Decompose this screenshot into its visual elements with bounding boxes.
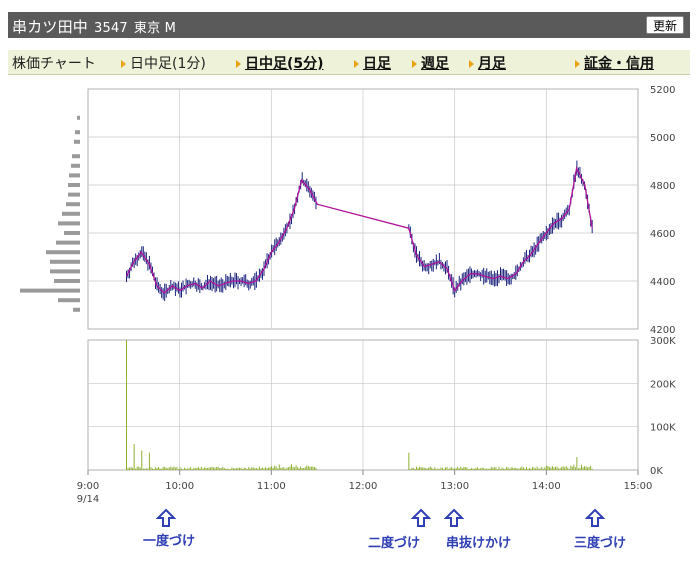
tab-monthly[interactable]: 月足 bbox=[469, 53, 506, 73]
arrow-icon bbox=[575, 60, 580, 68]
profile-bar bbox=[66, 202, 80, 207]
time-tick-label: 12:00 bbox=[349, 481, 378, 492]
profile-bar bbox=[75, 130, 80, 135]
tab-intraday-1min[interactable]: 日中足(1分) bbox=[121, 53, 206, 73]
tab-weekly[interactable]: 週足 bbox=[412, 53, 449, 73]
profile-bar bbox=[54, 279, 80, 283]
price-tick-label: 5000 bbox=[650, 133, 675, 144]
volume-profile bbox=[20, 115, 80, 312]
price-tick-label: 4800 bbox=[650, 181, 675, 192]
arrow-icon bbox=[412, 60, 417, 68]
refresh-button[interactable]: 更新 bbox=[645, 16, 684, 34]
price-chart: 5200 5000 4800 4600 4400 4200300K 200K 100K 0K 9:… bbox=[20, 85, 676, 505]
arrow-icon bbox=[121, 60, 126, 68]
time-tick-label: 15:00 bbox=[624, 481, 653, 492]
volume-tick-label: 200K bbox=[650, 379, 676, 390]
time-tick-label: 9:00 bbox=[77, 481, 99, 492]
profile-bar bbox=[74, 139, 80, 144]
stock-code: 3547 bbox=[94, 21, 128, 36]
price-tick-label: 4200 bbox=[650, 325, 675, 336]
arrow-up-icon bbox=[444, 508, 464, 527]
market-name: 東京 M bbox=[133, 21, 177, 36]
profile-bar bbox=[69, 173, 80, 178]
price-tick-label: 4600 bbox=[650, 229, 675, 240]
price-tick-label: 5200 bbox=[650, 85, 675, 96]
title-bar: 串カツ田中 3547 東京 M 更新 bbox=[8, 12, 690, 38]
volume-panel bbox=[87, 339, 639, 471]
stock-title: 串カツ田中 3547 東京 M bbox=[12, 16, 176, 37]
profile-bar bbox=[50, 259, 80, 264]
tab-stock-chart: 株価チャート bbox=[12, 56, 96, 72]
profile-bar bbox=[72, 154, 80, 159]
profile-bar bbox=[73, 307, 80, 312]
profile-bar bbox=[71, 163, 80, 168]
price-panel bbox=[87, 88, 639, 330]
annotation-kushinuke: 串抜けかけ bbox=[446, 536, 512, 551]
volume-tick-label: 0K bbox=[650, 466, 663, 477]
chart-tabs: 株価チャート 日中足(1分) 日中足(5分) 日足 週足 月足 証金・信用 bbox=[8, 50, 690, 75]
volume-tick-label: 300K bbox=[650, 336, 676, 347]
profile-bar bbox=[68, 183, 80, 187]
profile-bar bbox=[68, 192, 80, 197]
time-tick-label: 14:00 bbox=[532, 481, 561, 492]
price-tick-label: 4400 bbox=[650, 277, 675, 288]
arrow-up-icon bbox=[585, 508, 605, 527]
arrow-up-icon bbox=[411, 508, 431, 527]
time-tick-label: 13:00 bbox=[440, 481, 469, 492]
profile-bar bbox=[62, 211, 80, 216]
profile-bar bbox=[56, 240, 80, 245]
profile-bar bbox=[58, 298, 80, 303]
tab-margin[interactable]: 証金・信用 bbox=[575, 53, 654, 73]
company-name: 串カツ田中 bbox=[12, 18, 89, 36]
profile-bar bbox=[50, 269, 80, 274]
tab-daily[interactable]: 日足 bbox=[354, 53, 391, 73]
arrow-icon bbox=[236, 60, 241, 68]
arrow-icon bbox=[469, 60, 474, 68]
tab-intraday-5min[interactable]: 日中足(5分) bbox=[236, 53, 324, 73]
profile-bar bbox=[77, 115, 80, 120]
date-label: 9/14 bbox=[77, 494, 99, 505]
arrow-icon bbox=[354, 60, 359, 68]
profile-bar bbox=[58, 221, 80, 226]
arrow-up-icon bbox=[156, 508, 176, 527]
annotation-ichido: 一度づけ bbox=[143, 534, 196, 549]
profile-bar bbox=[64, 231, 80, 235]
time-tick-label: 11:00 bbox=[257, 481, 286, 492]
time-tick-label: 10:00 bbox=[165, 481, 194, 492]
profile-bar bbox=[46, 250, 80, 255]
annotation-sando: 三度づけ bbox=[574, 536, 627, 551]
profile-bar bbox=[20, 288, 80, 293]
annotation-nido: 二度づけ bbox=[368, 536, 421, 551]
volume-tick-label: 100K bbox=[650, 423, 676, 434]
